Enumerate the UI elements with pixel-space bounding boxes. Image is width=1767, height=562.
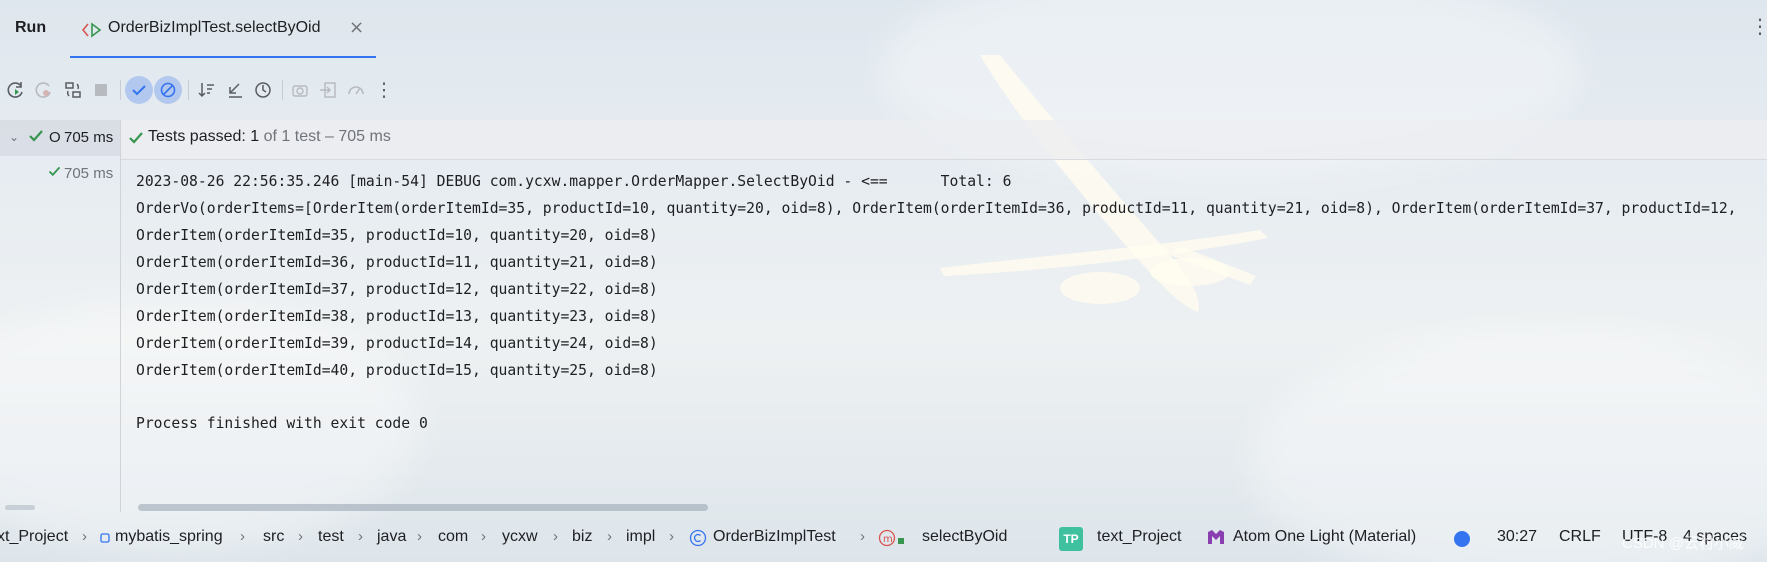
svg-text:m: m [883,534,893,545]
auto-test-icon [65,82,81,98]
rerun-failed-icon [35,82,51,98]
breadcrumb-separator: › [417,528,422,545]
breadcrumb-ycxw[interactable]: ycxw [502,528,538,546]
test-root-time: 705 ms [64,129,114,146]
tests-passed-icon [129,132,143,144]
breadcrumb-separator: › [298,528,303,545]
sort-icon [198,83,214,98]
module-icon [100,533,110,543]
camera-icon [292,85,308,97]
gauge-icon [348,86,364,95]
theme-icon [1208,530,1224,544]
collapse-all-button[interactable] [221,76,249,104]
test-run-icon [82,22,102,38]
more-options-icon[interactable]: ⋮ [1750,14,1767,38]
project-badge: TP [1059,527,1083,551]
test-tree-root[interactable]: ⌄ O 705 ms [0,120,120,156]
console-output[interactable]: 2023-08-26 22:56:35.246 [main-54] DEBUG … [121,160,1767,512]
chevron-down-icon[interactable]: ⌄ [9,130,19,144]
run-toolbar: ⋮ [0,70,1767,110]
breadcrumb-separator: › [82,528,87,545]
breadcrumb-separator: › [669,528,674,545]
breadcrumb-java[interactable]: java [377,528,406,546]
console-line: OrderItem(orderItemId=35, productId=10, … [136,227,658,244]
toggle-auto-test-button[interactable] [59,76,87,104]
breadcrumb-separator: › [481,528,486,545]
breadcrumb-separator: › [860,528,865,545]
stop-button[interactable] [87,76,115,104]
breadcrumb-separator: › [553,528,558,545]
import-tests-button[interactable] [314,76,342,104]
stop-icon [95,84,107,96]
console-line: OrderItem(orderItemId=39, productId=14, … [136,335,658,352]
show-ignored-toggle[interactable] [154,76,182,104]
test-history-button[interactable] [249,76,277,104]
sort-alphabetically-button[interactable] [193,76,221,104]
breadcrumb-separator: › [607,528,612,545]
screenshot-button[interactable] [286,76,314,104]
test-tree: ⌄ O 705 ms 705 ms [0,120,121,512]
breadcrumb-impl[interactable]: impl [626,528,655,546]
breadcrumb-method[interactable]: selectByOid [922,528,1007,546]
console-line: 2023-08-26 22:56:35.246 [main-54] DEBUG … [136,173,1012,190]
breadcrumb-project[interactable]: xt_Project [0,528,68,546]
tree-scrollbar[interactable] [5,505,35,510]
console-line: OrderVo(orderItems=[OrderItem(orderItemI… [136,200,1737,217]
toolbar-divider [282,80,283,100]
test-root-name: O [49,129,61,146]
status-dot-icon[interactable] [1453,530,1471,548]
console-horizontal-scrollbar[interactable] [121,503,1767,512]
tests-passed-label: Tests passed: [148,128,251,145]
test-child-time: 705 ms [64,165,114,182]
breadcrumb-separator: › [358,528,363,545]
run-title: Run [15,19,47,36]
toolbar-divider [120,80,121,100]
console-line: OrderItem(orderItemId=38, productId=13, … [136,308,658,325]
breadcrumb-separator: › [240,528,245,545]
watermark: CSDN @云村小威 [1622,535,1744,552]
breadcrumb-src[interactable]: src [263,528,284,546]
check-icon [132,85,146,96]
tab-label: OrderBizImplTest.selectByOid [108,19,321,36]
theme-name[interactable]: Atom One Light (Material) [1233,528,1416,546]
run-tool-window-header: Run OrderBizImplTest.selectByOid × ⋮ [0,0,1767,58]
console-line: OrderItem(orderItemId=40, productId=15, … [136,362,658,379]
test-passed-icon [29,130,43,142]
test-passed-icon [48,166,61,177]
rerun-button[interactable] [2,76,30,104]
breadcrumb-module[interactable]: mybatis_spring [115,528,223,546]
console-line: OrderItem(orderItemId=36, productId=11, … [136,254,658,271]
tests-passed-detail: of 1 test – 705 ms [259,128,391,145]
console-line: Process finished with exit code 0 [136,415,428,432]
project-name[interactable]: text_Project [1097,528,1181,546]
show-passed-toggle[interactable] [125,76,153,104]
coverage-button[interactable] [342,76,370,104]
rerun-failed-button[interactable] [30,76,58,104]
clock-icon [255,82,271,98]
caret-position[interactable]: 30:27 [1497,528,1537,546]
tests-passed-summary: Tests passed: 1 of 1 test – 705 ms [148,128,391,146]
class-icon [689,529,707,547]
ignored-icon [160,82,176,98]
collapse-icon [229,83,242,98]
breadcrumb-biz[interactable]: biz [572,528,592,546]
line-ending[interactable]: CRLF [1559,528,1601,546]
console-line: OrderItem(orderItemId=37, productId=12, … [136,281,658,298]
test-results-bar: Tests passed: 1 of 1 test – 705 ms [121,120,1767,160]
breadcrumb-test[interactable]: test [318,528,344,546]
rerun-icon [7,82,23,98]
close-icon[interactable]: × [349,17,364,38]
toolbar-more-icon[interactable]: ⋮ [370,76,398,104]
breadcrumb-class[interactable]: OrderBizImplTest [713,528,836,546]
import-icon [320,82,336,98]
status-bar: xt_Project › mybatis_spring › src › test… [0,523,1767,562]
scrollbar-thumb[interactable] [138,504,708,511]
toolbar-divider [188,80,189,100]
breadcrumb-com[interactable]: com [438,528,468,546]
method-icon: m [878,529,904,547]
tests-passed-count: 1 [250,128,260,145]
tab-orderbizimpltest[interactable]: OrderBizImplTest.selectByOid × [70,0,376,58]
